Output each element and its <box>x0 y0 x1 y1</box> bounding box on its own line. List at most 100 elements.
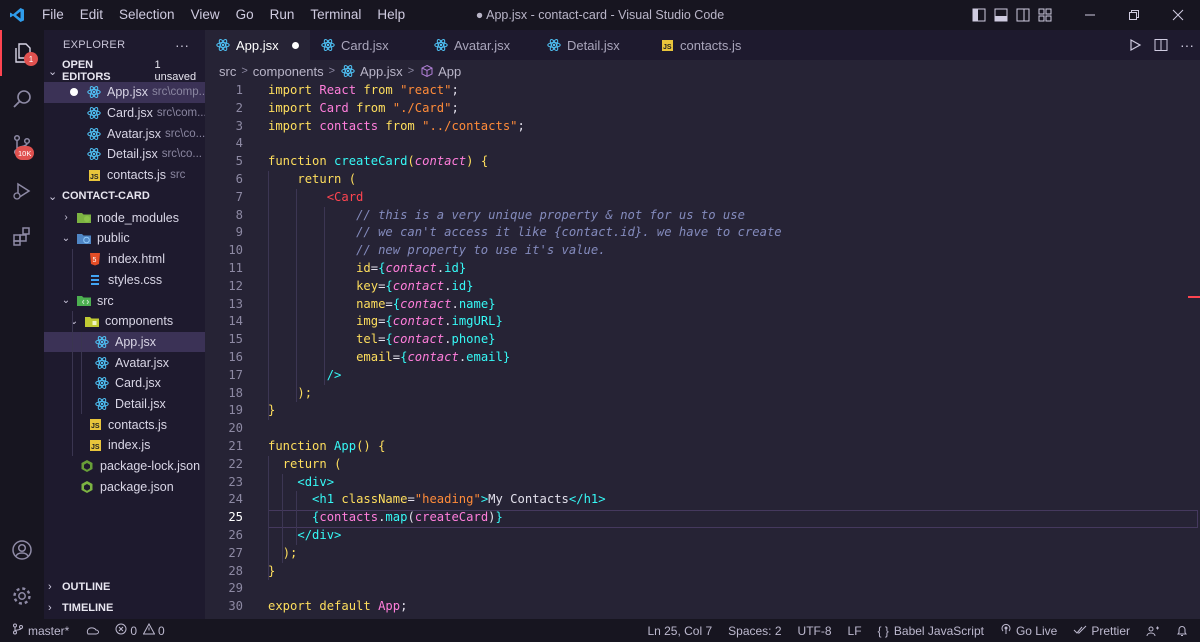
code-line[interactable]: 19} <box>205 402 1200 420</box>
tree-file[interactable]: Card.jsx <box>44 372 205 394</box>
code-line[interactable]: 7 <Card <box>205 189 1200 207</box>
problems-status[interactable]: 0 0 <box>107 619 172 642</box>
menu-run[interactable]: Run <box>262 0 303 30</box>
tree-file[interactable]: JS contacts.js <box>44 414 205 435</box>
tab-app-jsx[interactable]: App.jsx <box>205 30 310 60</box>
split-editor-icon[interactable] <box>1148 38 1174 52</box>
open-editor-item[interactable]: App.jsx src\comp... <box>44 82 205 103</box>
tree-file[interactable]: Avatar.jsx <box>44 352 205 373</box>
code-line[interactable]: 27 ); <box>205 545 1200 563</box>
code-line[interactable]: 24 <h1 className="heading">My Contacts</… <box>205 491 1200 509</box>
sync-icon[interactable] <box>77 619 107 642</box>
cursor-position[interactable]: Ln 25, Col 7 <box>639 619 720 642</box>
go-live-button[interactable]: Go Live <box>992 619 1065 642</box>
extensions-activity-icon[interactable] <box>0 214 44 260</box>
toggle-secondary-sidebar-icon[interactable] <box>1012 0 1034 30</box>
unsaved-dot-icon[interactable] <box>70 88 78 97</box>
unsaved-dot-icon[interactable] <box>292 42 299 49</box>
menu-go[interactable]: Go <box>228 0 262 30</box>
open-editor-item[interactable]: JS contacts.js src <box>44 165 205 186</box>
code-line[interactable]: 21 function App() { <box>205 438 1200 456</box>
code-line[interactable]: 15 tel={contact.phone} <box>205 331 1200 349</box>
menu-view[interactable]: View <box>183 0 228 30</box>
tree-file[interactable]: JS index.js <box>44 435 205 456</box>
code-editor[interactable]: 1 import React from "react"; 2 import Card … <box>205 82 1200 619</box>
branch-status[interactable]: master* <box>0 619 77 642</box>
run-debug-activity-icon[interactable] <box>0 168 44 214</box>
code-line[interactable]: 5 function createCard(contact) { <box>205 153 1200 171</box>
breadcrumb-item[interactable]: App <box>438 64 461 79</box>
code-line[interactable]: 13 name={contact.name} <box>205 296 1200 314</box>
tree-file[interactable]: styles.css <box>44 269 205 291</box>
live-share-icon[interactable] <box>1138 619 1168 642</box>
code-line[interactable]: 18 ); <box>205 385 1200 403</box>
account-icon[interactable] <box>0 527 44 573</box>
toggle-sidebar-icon[interactable] <box>968 0 990 30</box>
timeline-section[interactable]: › TIMELINE <box>44 597 205 619</box>
menu-file[interactable]: File <box>34 0 72 30</box>
open-editor-item[interactable]: Card.jsx src\com... <box>44 103 205 124</box>
breadcrumb-item[interactable]: App.jsx <box>360 64 403 79</box>
source-control-activity-icon[interactable]: 10K <box>0 122 44 168</box>
code-line[interactable]: 29 <box>205 580 1200 598</box>
minimize-icon[interactable] <box>1068 0 1112 30</box>
tab-card-jsx[interactable]: Card.jsx <box>310 30 423 60</box>
open-editor-item[interactable]: Avatar.jsx src\co... <box>44 123 205 144</box>
tree-file[interactable]: Detail.jsx <box>44 393 205 415</box>
eol-status[interactable]: LF <box>840 619 870 642</box>
tab-detail-jsx[interactable]: Detail.jsx <box>536 30 649 60</box>
menu-selection[interactable]: Selection <box>111 0 183 30</box>
menu-help[interactable]: Help <box>369 0 413 30</box>
customize-layout-icon[interactable] <box>1034 0 1056 30</box>
code-line[interactable]: 28} <box>205 563 1200 581</box>
outline-section[interactable]: › OUTLINE <box>44 576 205 598</box>
code-line[interactable]: 25 {contacts.map(createCard)} <box>205 509 1200 527</box>
menu-terminal[interactable]: Terminal <box>302 0 369 30</box>
code-line[interactable]: 23 <div> <box>205 474 1200 492</box>
code-line[interactable]: 20 <box>205 420 1200 438</box>
tree-folder[interactable]: ⌄ public <box>44 228 205 249</box>
code-line[interactable]: 11 id={contact.id} <box>205 260 1200 278</box>
breadcrumb-item[interactable]: components <box>253 64 324 79</box>
code-line[interactable]: 10 // new property to use it's value. <box>205 242 1200 260</box>
indentation-status[interactable]: Spaces: 2 <box>720 619 789 642</box>
code-line[interactable]: 4 <box>205 135 1200 153</box>
restore-icon[interactable] <box>1112 0 1156 30</box>
tree-file[interactable]: package-lock.json <box>44 456 205 477</box>
tab-avatar-jsx[interactable]: Avatar.jsx <box>423 30 536 60</box>
menu-edit[interactable]: Edit <box>72 0 111 30</box>
project-section[interactable]: ⌄ CONTACT-CARD <box>44 185 205 207</box>
code-line[interactable]: 1 import React from "react"; <box>205 82 1200 100</box>
tree-file-selected[interactable]: App.jsx <box>44 331 205 353</box>
explorer-activity-icon[interactable]: 1 <box>0 30 44 76</box>
more-actions-icon[interactable]: ··· <box>175 37 189 53</box>
breadcrumb-item[interactable]: src <box>219 64 236 79</box>
code-line[interactable]: 26 </div> <box>205 527 1200 545</box>
code-line[interactable]: 8 // this is a very unique property & no… <box>205 207 1200 225</box>
toggle-panel-icon[interactable] <box>990 0 1012 30</box>
close-icon[interactable] <box>1156 0 1200 30</box>
code-line[interactable]: 30 export default App; <box>205 598 1200 616</box>
code-line[interactable]: 6 return ( <box>205 171 1200 189</box>
open-editor-item[interactable]: Detail.jsx src\co... <box>44 144 205 165</box>
run-play-icon[interactable] <box>1122 38 1148 52</box>
code-line[interactable]: 9 // we can't access it like {contact.id… <box>205 224 1200 242</box>
search-activity-icon[interactable] <box>0 76 44 122</box>
code-line[interactable]: 22 return ( <box>205 456 1200 474</box>
tree-file[interactable]: 5 index.html <box>44 248 205 270</box>
tab-contacts-js[interactable]: JS contacts.js <box>649 30 762 60</box>
tree-file[interactable]: package.json <box>44 476 205 497</box>
code-line[interactable]: 14 img={contact.imgURL} <box>205 313 1200 331</box>
notifications-bell-icon[interactable] <box>1168 619 1200 642</box>
language-mode[interactable]: { } Babel JavaScript <box>870 619 992 642</box>
code-line[interactable]: 2 import Card from "./Card"; <box>205 100 1200 118</box>
code-line[interactable]: 17 /> <box>205 367 1200 385</box>
more-actions-icon[interactable]: ··· <box>1174 37 1200 53</box>
tree-folder[interactable]: ⌄ components <box>44 310 205 332</box>
tree-folder[interactable]: › node_modules <box>44 207 205 228</box>
open-editors-section[interactable]: ⌄ OPEN EDITORS 1 unsaved <box>44 59 205 83</box>
encoding-status[interactable]: UTF-8 <box>790 619 840 642</box>
code-line[interactable]: 12 key={contact.id} <box>205 278 1200 296</box>
tree-folder[interactable]: ⌄ src <box>44 290 205 311</box>
prettier-status[interactable]: Prettier <box>1065 619 1138 642</box>
